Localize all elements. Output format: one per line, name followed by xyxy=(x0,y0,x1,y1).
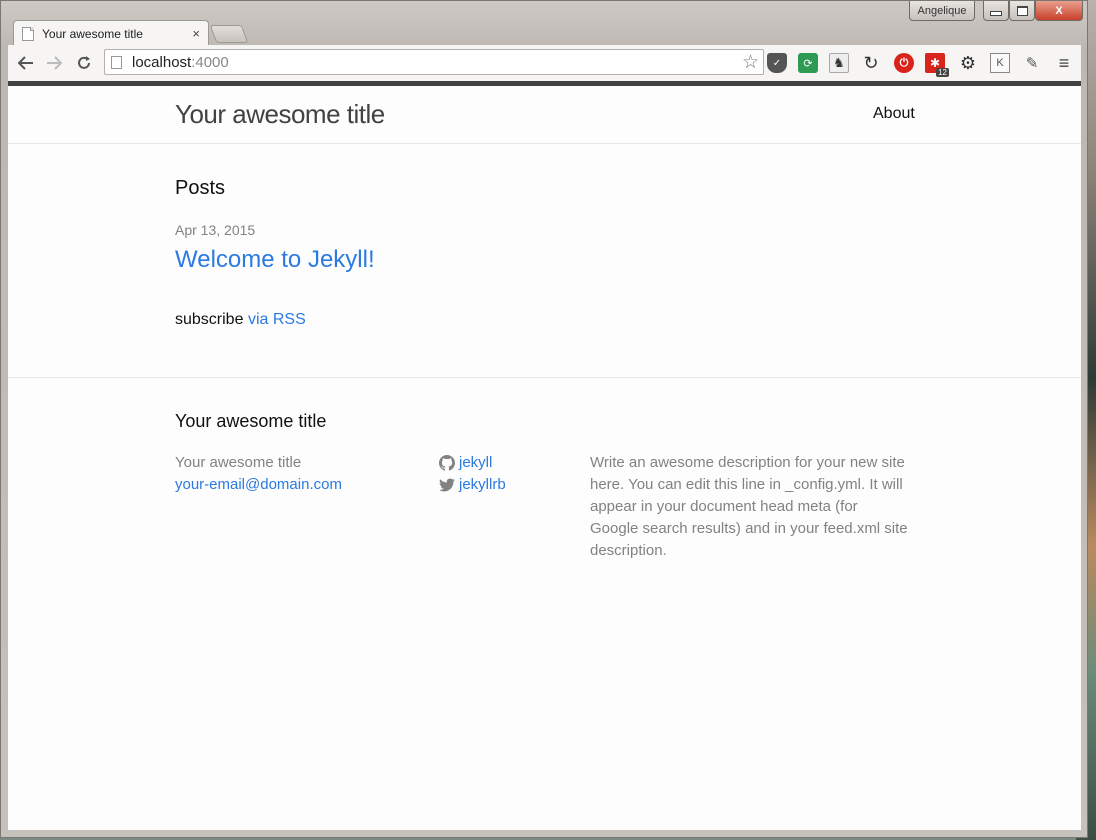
rss-line: subscribe via RSS xyxy=(175,311,306,329)
github-icon xyxy=(439,455,455,471)
forward-arrow-icon xyxy=(47,56,62,70)
evernote-icon[interactable]: ♞ xyxy=(829,53,849,73)
footer-description: Write an awesome description for your ne… xyxy=(590,454,908,559)
site-header: Your awesome title About xyxy=(8,86,1081,144)
page-viewport: Your awesome title About Posts Apr 13, 2… xyxy=(8,81,1081,830)
site-footer xyxy=(8,377,1081,379)
profile-label: Angelique xyxy=(917,4,967,17)
adblock-icon[interactable]: ⏻ xyxy=(894,53,914,73)
profile-button[interactable]: Angelique xyxy=(909,1,975,21)
extension-badge-count: 12 xyxy=(936,68,949,77)
rss-prefix: subscribe xyxy=(175,311,244,328)
footer-name: Your awesome title xyxy=(175,454,302,471)
post-date: Apr 13, 2015 xyxy=(175,222,256,238)
url-host: localhost xyxy=(132,53,192,71)
page-icon xyxy=(111,55,122,69)
new-tab-button[interactable] xyxy=(209,25,249,43)
tab-close-icon[interactable]: × xyxy=(192,26,200,41)
twitter-icon xyxy=(439,478,455,492)
eyedropper-icon[interactable]: ✎ xyxy=(1022,53,1042,73)
posts-heading: Posts xyxy=(175,177,226,199)
browser-window: Angelique X Your awesome title × localho… xyxy=(0,0,1088,838)
sync-extension-icon[interactable]: ⟳ xyxy=(798,53,818,73)
pocket-icon[interactable]: ✓ xyxy=(767,53,787,73)
nav-about-link[interactable]: About xyxy=(873,105,915,123)
reload-button[interactable] xyxy=(74,53,94,73)
page-icon xyxy=(22,26,34,41)
address-bar[interactable]: localhost:4000 ☆ xyxy=(104,49,764,75)
footer-contact: Your awesome title your-email@domain.com xyxy=(175,452,342,496)
menu-icon[interactable]: ≡ xyxy=(1054,53,1074,73)
github-row[interactable]: jekyll xyxy=(439,452,506,474)
back-arrow-icon xyxy=(18,56,33,70)
tab-active[interactable]: Your awesome title × xyxy=(13,20,209,46)
twitter-row[interactable]: jekyllrb xyxy=(439,474,506,496)
k-extension-icon[interactable]: K xyxy=(990,53,1010,73)
close-window-button[interactable]: X xyxy=(1035,1,1083,21)
extension-badge-icon[interactable]: ✱ 12 xyxy=(925,53,949,77)
close-window-icon: X xyxy=(1055,4,1063,17)
github-handle: jekyll xyxy=(459,454,493,471)
footer-social: jekyll jekyllrb xyxy=(439,452,506,496)
post-title-link[interactable]: Welcome to Jekyll! xyxy=(175,246,375,274)
maximize-icon xyxy=(1016,5,1028,16)
footer-email-link[interactable]: your-email@domain.com xyxy=(175,474,342,496)
back-button[interactable] xyxy=(16,53,36,73)
gear-icon[interactable]: ⚙ xyxy=(958,53,978,73)
url-port: :4000 xyxy=(191,53,229,71)
site-title-link[interactable]: Your awesome title xyxy=(175,99,385,130)
tab-title: Your awesome title xyxy=(42,26,143,41)
twitter-handle: jekyllrb xyxy=(459,476,506,493)
minimize-icon xyxy=(990,11,1002,16)
forward-button[interactable] xyxy=(44,53,64,73)
footer-heading: Your awesome title xyxy=(175,411,327,431)
refresh-extension-icon[interactable]: ↻ xyxy=(861,53,881,73)
browser-toolbar: localhost:4000 ☆ ✓ ⟳ ♞ ↻ ⏻ ✱ 12 ⚙ K ✎ ≡ xyxy=(8,45,1081,82)
rss-link[interactable]: via RSS xyxy=(248,311,306,328)
reload-icon xyxy=(78,56,90,69)
minimize-button[interactable] xyxy=(983,1,1009,21)
maximize-button[interactable] xyxy=(1009,1,1035,21)
bookmark-star-icon[interactable]: ☆ xyxy=(742,51,759,74)
